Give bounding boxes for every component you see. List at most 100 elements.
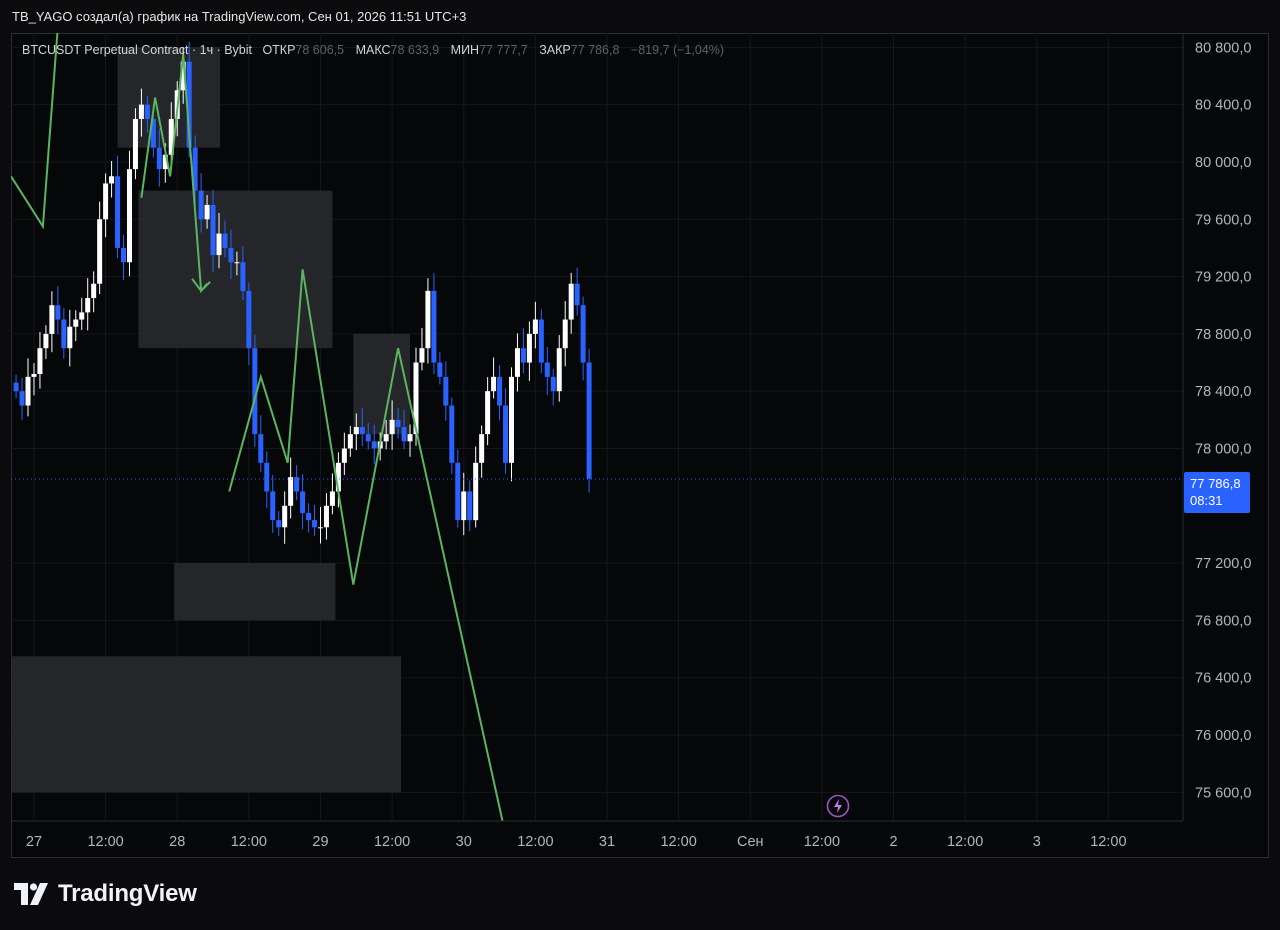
candle-body: [473, 462, 479, 521]
symbol-name: BTCUSDT Perpetual Contract: [22, 43, 189, 57]
time-tick-label: 3: [1033, 834, 1041, 850]
candle-body: [126, 169, 132, 263]
price-tick-label: 78 400,0: [1195, 384, 1251, 400]
candle-body: [520, 348, 526, 363]
candle-body: [132, 118, 138, 170]
candle-body: [91, 283, 97, 299]
candle-body: [276, 520, 282, 528]
candle-body: [580, 305, 586, 363]
candle-body: [437, 362, 443, 377]
candle-body: [138, 104, 144, 119]
tradingview-logo-icon: [14, 883, 48, 905]
candle-body: [144, 104, 150, 119]
candle-body: [443, 376, 449, 406]
time-tick-label: 31: [599, 834, 615, 850]
time-tick-label: Сен: [737, 834, 764, 850]
candle-body: [544, 362, 550, 377]
candle-body: [538, 319, 544, 363]
price-tick-label: 80 000,0: [1195, 155, 1251, 171]
exchange-label: Bybit: [224, 43, 253, 57]
candle-body: [306, 512, 312, 521]
high-label: МАКС: [355, 43, 391, 57]
candle-body: [43, 333, 49, 349]
candle-body: [61, 319, 67, 349]
candle-body: [13, 382, 19, 392]
time-tick-label: 12:00: [947, 834, 983, 850]
candle-body: [264, 462, 270, 492]
candle-body: [109, 176, 115, 184]
candle-body: [431, 290, 437, 363]
time-tick-label: 12:00: [804, 834, 840, 850]
price-tick-label: 80 800,0: [1195, 40, 1251, 56]
open-label: ОТКР: [262, 43, 296, 57]
candle-body: [73, 319, 79, 327]
low-value: 77 777,7: [479, 43, 528, 57]
candle-body: [323, 505, 329, 528]
candle-body: [389, 419, 395, 435]
candle-body: [19, 391, 25, 406]
candle-body: [556, 348, 562, 392]
price-tick-label: 79 600,0: [1195, 212, 1251, 228]
candle-body: [365, 434, 371, 442]
price-tick-label: 78 800,0: [1195, 327, 1251, 343]
candle-body: [586, 362, 592, 479]
time-axis: 27 12:00 28 12:00 29 12:00 30 12:00 31 12:00 Сен 12…: [11, 820, 1183, 850]
candle-body: [461, 491, 467, 521]
candle-body: [329, 491, 335, 506]
price-chart[interactable]: 80 800,0 80 400,0 80 000,0 79 600,0 79 200,0…: [11, 33, 1269, 858]
time-tick-label: 12:00: [660, 834, 696, 850]
candle-body: [294, 477, 300, 492]
price-tick-label: 76 400,0: [1195, 671, 1251, 687]
candle-body: [550, 376, 556, 392]
candle-body: [407, 434, 413, 442]
time-tick-label: 27: [26, 834, 42, 850]
candle-body: [347, 434, 353, 449]
low-label: МИН: [450, 43, 480, 57]
candle-body: [312, 520, 318, 528]
candle-body: [85, 298, 91, 313]
candle-body: [31, 373, 37, 377]
candle-body: [37, 348, 43, 374]
chart-credit: TB_YAGO создал(а) график на TradingView.…: [12, 9, 467, 24]
candle-body: [288, 477, 294, 506]
lightning-icon[interactable]: [826, 794, 850, 818]
candle-body: [401, 427, 407, 442]
candle-body: [574, 283, 580, 306]
candle-body: [341, 448, 347, 463]
interval-label: 1ч: [199, 43, 214, 57]
candle-body: [300, 491, 306, 513]
candle-body: [353, 427, 359, 435]
candle-body: [317, 527, 323, 529]
time-tick-label: 12:00: [517, 834, 553, 850]
candle-body: [210, 204, 216, 256]
price-tick-label: 79 200,0: [1195, 270, 1251, 286]
time-tick-label: 12:00: [374, 834, 410, 850]
candle-body: [282, 505, 288, 528]
price-tick-label: 75 600,0: [1195, 785, 1251, 801]
candle-body: [497, 376, 503, 406]
candle-body: [228, 247, 234, 263]
close-value: 77 786,8: [570, 43, 620, 57]
candle-body: [562, 319, 568, 349]
open-value: 78 606,5: [295, 43, 345, 57]
candle-body: [371, 441, 377, 449]
candle-body: [419, 348, 425, 363]
zone-box: [11, 656, 402, 793]
candle-body: [55, 305, 61, 320]
candle-body: [115, 176, 121, 248]
price-axis: 80 800,0 80 400,0 80 000,0 79 600,0 79 200,0…: [1182, 33, 1251, 821]
time-tick-label: 28: [169, 834, 185, 850]
candle-body: [455, 462, 461, 521]
candle-body: [514, 348, 520, 377]
candle-body: [204, 204, 210, 220]
tradingview-logo[interactable]: TradingView: [14, 880, 197, 908]
zone-box: [174, 563, 336, 621]
candle-body: [508, 376, 514, 463]
price-tick-label: 76 000,0: [1195, 728, 1251, 744]
candle-body: [216, 233, 222, 256]
candle-body: [425, 290, 431, 349]
candle-body: [485, 391, 491, 435]
price-tick-label: 76 800,0: [1195, 613, 1251, 629]
candle-body: [49, 305, 55, 334]
candle-body: [222, 233, 228, 248]
